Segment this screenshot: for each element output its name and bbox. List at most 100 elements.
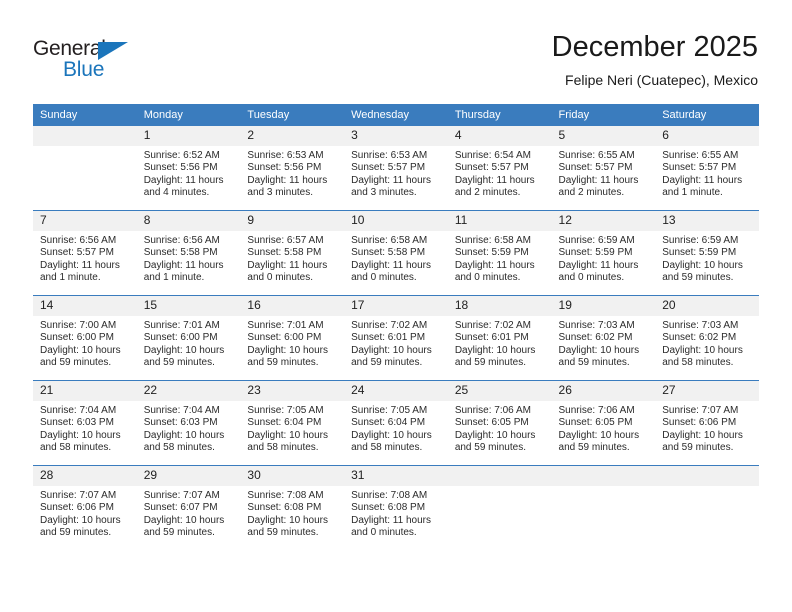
day-number: 7 <box>33 211 137 231</box>
day-cell-inner: 2 Sunrise: 6:53 AM Sunset: 5:56 PM Daylight… <box>240 126 345 210</box>
weekday-header-sunday: Sunday <box>33 104 137 126</box>
day-cell[interactable]: 9 Sunrise: 6:57 AM Sunset: 5:58 PM Daylight… <box>240 210 345 296</box>
day-cell[interactable]: 18 Sunrise: 7:02 AM Sunset: 6:01 PM Dayligh… <box>447 295 552 381</box>
calendar-body: 1 Sunrise: 6:52 AM Sunset: 5:56 PM Daylight… <box>33 126 759 550</box>
day-number: 11 <box>447 211 552 231</box>
day-number: 10 <box>344 211 448 231</box>
day-cell[interactable]: 5 Sunrise: 6:55 AM Sunset: 5:57 PM Daylight… <box>551 126 656 211</box>
day-cell-inner: 16 Sunrise: 7:01 AM Sunset: 6:00 PM Dayligh… <box>240 296 345 380</box>
sunrise-text: Sunrise: 6:52 AM <box>143 150 220 161</box>
day-details: Sunrise: 6:55 AM Sunset: 5:57 PM Daylight:… <box>655 146 759 200</box>
page-title: December 2025 <box>551 31 758 63</box>
day-details: Sunrise: 7:04 AM Sunset: 6:03 PM Daylight:… <box>137 401 241 455</box>
day-cell[interactable]: 23 Sunrise: 7:05 AM Sunset: 6:04 PM Dayligh… <box>240 380 345 466</box>
sunset-text: Sunset: 5:59 PM <box>662 247 737 259</box>
day-cell[interactable]: 31 Sunrise: 7:08 AM Sunset: 6:08 PM Dayligh… <box>344 465 448 550</box>
day-cell-inner: 30 Sunrise: 7:08 AM Sunset: 6:08 PM Dayligh… <box>240 466 345 550</box>
sunrise-text: Sunrise: 7:00 AM <box>40 320 117 331</box>
day-cell[interactable]: 21 Sunrise: 7:04 AM Sunset: 6:03 PM Dayligh… <box>33 380 137 466</box>
day-cell[interactable]: 12 Sunrise: 6:59 AM Sunset: 5:59 PM Dayligh… <box>551 210 656 296</box>
day-details: Sunrise: 6:52 AM Sunset: 5:56 PM Daylight:… <box>137 146 241 200</box>
sunset-text: Sunset: 6:00 PM <box>143 332 218 344</box>
daylight-text-line2: and 0 minutes. <box>247 272 314 284</box>
day-details: Sunrise: 7:02 AM Sunset: 6:01 PM Daylight:… <box>448 316 552 370</box>
sunset-text: Sunset: 6:05 PM <box>558 417 633 429</box>
daylight-text-line2: and 58 minutes. <box>351 442 423 454</box>
day-cell[interactable]: 19 Sunrise: 7:03 AM Sunset: 6:02 PM Dayligh… <box>551 295 656 381</box>
day-cell[interactable]: 17 Sunrise: 7:02 AM Sunset: 6:01 PM Dayligh… <box>344 295 448 381</box>
sunrise-text: Sunrise: 6:55 AM <box>662 150 739 161</box>
sunrise-text: Sunrise: 7:07 AM <box>143 490 220 501</box>
day-cell[interactable]: 4 Sunrise: 6:54 AM Sunset: 5:57 PM Daylight… <box>447 126 552 211</box>
day-cell-inner: 4 Sunrise: 6:54 AM Sunset: 5:57 PM Daylight… <box>447 126 552 210</box>
daylight-text-line1: Daylight: 10 hours <box>454 344 536 356</box>
daylight-text-line2: and 0 minutes. <box>454 272 521 284</box>
sunrise-text: Sunrise: 6:56 AM <box>40 235 117 246</box>
day-cell-empty <box>447 465 552 550</box>
day-cell[interactable]: 2 Sunrise: 6:53 AM Sunset: 5:56 PM Daylight… <box>240 126 345 211</box>
day-cell[interactable]: 13 Sunrise: 6:59 AM Sunset: 5:59 PM Dayligh… <box>655 210 759 296</box>
daylight-text-line1: Daylight: 11 hours <box>558 174 639 186</box>
day-number: 29 <box>136 466 241 486</box>
day-cell[interactable]: 10 Sunrise: 6:58 AM Sunset: 5:58 PM Dayligh… <box>344 210 448 296</box>
daylight-text-line2: and 1 minute. <box>143 272 205 284</box>
day-cell[interactable]: 27 Sunrise: 7:07 AM Sunset: 6:06 PM Dayligh… <box>655 380 759 466</box>
day-details: Sunrise: 6:55 AM Sunset: 5:57 PM Daylight:… <box>552 146 656 200</box>
sunset-text: Sunset: 5:58 PM <box>351 247 426 259</box>
page-subtitle: Felipe Neri (Cuatepec), Mexico <box>565 72 758 88</box>
daylight-text-line2: and 3 minutes. <box>351 187 417 199</box>
calendar-header-row: Sunday Monday Tuesday Wednesday Thursday… <box>33 104 759 126</box>
day-cell[interactable]: 28 Sunrise: 7:07 AM Sunset: 6:06 PM Dayligh… <box>33 465 137 550</box>
sunrise-text: Sunrise: 6:58 AM <box>351 235 428 246</box>
daylight-text-line1: Daylight: 10 hours <box>143 514 225 526</box>
day-cell[interactable]: 16 Sunrise: 7:01 AM Sunset: 6:00 PM Dayligh… <box>240 295 345 381</box>
daylight-text-line1: Daylight: 10 hours <box>454 429 536 441</box>
day-cell[interactable]: 26 Sunrise: 7:06 AM Sunset: 6:05 PM Dayligh… <box>551 380 656 466</box>
day-cell[interactable]: 24 Sunrise: 7:05 AM Sunset: 6:04 PM Dayligh… <box>344 380 448 466</box>
day-cell[interactable]: 7 Sunrise: 6:56 AM Sunset: 5:57 PM Daylight… <box>33 210 137 296</box>
daylight-text-line2: and 58 minutes. <box>247 442 319 454</box>
daylight-text-line1: Daylight: 11 hours <box>40 259 120 271</box>
day-cell[interactable]: 20 Sunrise: 7:03 AM Sunset: 6:02 PM Dayligh… <box>655 295 759 381</box>
day-number: 20 <box>655 296 759 316</box>
day-cell-inner: 11 Sunrise: 6:58 AM Sunset: 5:59 PM Dayligh… <box>447 211 552 295</box>
sunset-text: Sunset: 5:57 PM <box>662 162 737 174</box>
day-cell[interactable]: 8 Sunrise: 6:56 AM Sunset: 5:58 PM Daylight… <box>136 210 241 296</box>
daylight-text-line1: Daylight: 10 hours <box>247 514 329 526</box>
day-cell-inner <box>33 126 137 210</box>
day-details <box>655 486 759 490</box>
daylight-text-line1: Daylight: 10 hours <box>662 429 743 441</box>
day-cell[interactable]: 25 Sunrise: 7:06 AM Sunset: 6:05 PM Dayligh… <box>447 380 552 466</box>
day-number: 17 <box>344 296 448 316</box>
day-cell-inner: 15 Sunrise: 7:01 AM Sunset: 6:00 PM Dayligh… <box>136 296 241 380</box>
day-cell[interactable]: 22 Sunrise: 7:04 AM Sunset: 6:03 PM Dayligh… <box>136 380 241 466</box>
daylight-text-line2: and 59 minutes. <box>662 442 734 454</box>
day-details: Sunrise: 7:05 AM Sunset: 6:04 PM Daylight:… <box>240 401 344 455</box>
day-details: Sunrise: 6:58 AM Sunset: 5:58 PM Daylight:… <box>344 231 448 285</box>
sunrise-text: Sunrise: 7:08 AM <box>351 490 428 501</box>
sunrise-text: Sunrise: 7:07 AM <box>40 490 117 501</box>
day-cell[interactable]: 1 Sunrise: 6:52 AM Sunset: 5:56 PM Daylight… <box>136 126 241 211</box>
sunset-text: Sunset: 6:05 PM <box>454 417 529 429</box>
day-cell-empty <box>551 465 656 550</box>
day-cell[interactable]: 29 Sunrise: 7:07 AM Sunset: 6:07 PM Dayligh… <box>136 465 241 550</box>
weekday-header-tuesday: Tuesday <box>240 104 345 126</box>
daylight-text-line1: Daylight: 11 hours <box>454 259 535 271</box>
calendar-page: General Blue December 2025 Felipe Neri (… <box>0 0 792 612</box>
sunset-text: Sunset: 5:58 PM <box>143 247 218 259</box>
sunset-text: Sunset: 5:56 PM <box>247 162 322 174</box>
day-cell[interactable]: 30 Sunrise: 7:08 AM Sunset: 6:08 PM Dayligh… <box>240 465 345 550</box>
day-cell[interactable]: 6 Sunrise: 6:55 AM Sunset: 5:57 PM Daylight… <box>655 126 759 211</box>
day-cell[interactable]: 3 Sunrise: 6:53 AM Sunset: 5:57 PM Daylight… <box>344 126 448 211</box>
day-cell[interactable]: 15 Sunrise: 7:01 AM Sunset: 6:00 PM Dayligh… <box>136 295 241 381</box>
day-cell[interactable]: 11 Sunrise: 6:58 AM Sunset: 5:59 PM Dayligh… <box>447 210 552 296</box>
general-blue-logo[interactable]: General Blue <box>33 37 153 83</box>
day-cell[interactable]: 14 Sunrise: 7:00 AM Sunset: 6:00 PM Dayligh… <box>33 295 137 381</box>
day-cell-inner: 10 Sunrise: 6:58 AM Sunset: 5:58 PM Dayligh… <box>344 211 448 295</box>
day-number: 13 <box>655 211 759 231</box>
daylight-text-line2: and 59 minutes. <box>40 357 112 369</box>
sunset-text: Sunset: 6:00 PM <box>40 332 114 344</box>
day-cell-inner: 25 Sunrise: 7:06 AM Sunset: 6:05 PM Dayligh… <box>447 381 552 465</box>
sunrise-text: Sunrise: 7:03 AM <box>558 320 635 331</box>
day-cell-inner: 29 Sunrise: 7:07 AM Sunset: 6:07 PM Dayligh… <box>136 466 241 550</box>
